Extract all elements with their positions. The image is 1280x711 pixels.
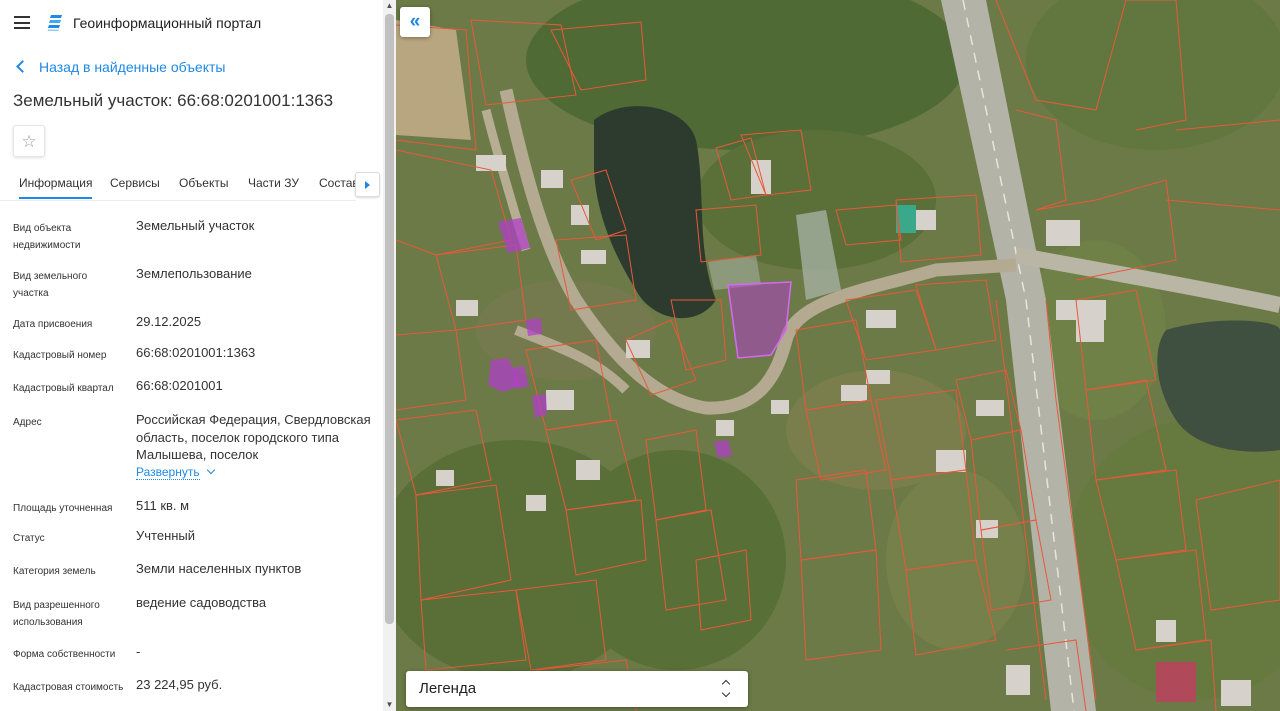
scroll-up-arrow-icon[interactable]: ▲ <box>383 0 396 12</box>
property-label: Категория земель <box>13 566 96 577</box>
property-label: Дата присвоения <box>13 319 93 330</box>
property-label: Вид объекта недвижимости <box>13 223 81 251</box>
property-value: Учтенный <box>136 528 196 543</box>
property-value: 29.12.2025 <box>136 314 202 329</box>
address-block: Российская Федерация, Свердловская облас… <box>136 411 376 481</box>
property-label: Вид земельного участка <box>13 271 88 299</box>
scroll-down-arrow-icon[interactable]: ▼ <box>383 699 396 711</box>
property-value: 23 224,95 руб. <box>136 677 223 692</box>
property-label: Кадастровый квартал <box>13 383 114 394</box>
property-value: ведение садоводства <box>136 595 267 610</box>
menu-icon[interactable] <box>14 16 30 29</box>
property-value: 66:68:0201001:1363 <box>136 345 256 360</box>
property-value: 511 кв. м <box>136 498 190 513</box>
property-value: Земельный участок <box>136 218 255 233</box>
property-value: Земли населенных пунктов <box>136 561 302 576</box>
portal-logo-icon <box>47 15 62 31</box>
back-link-label: Назад в найденные объекты <box>39 59 226 75</box>
favorite-button[interactable]: ☆ <box>13 125 45 157</box>
chevron-left-icon <box>16 60 29 73</box>
info-panel: Геоинформационный портал Назад в найденн… <box>0 0 383 711</box>
property-value: - <box>136 644 141 659</box>
tab-objects[interactable]: Объекты <box>179 176 229 190</box>
satellite-map[interactable] <box>396 0 1280 711</box>
property-label: Форма собственности <box>13 649 116 660</box>
property-value: 66:68:0201001 <box>136 378 223 393</box>
property-label: Кадастровая стоимость <box>13 682 124 693</box>
panel-scrollbar[interactable]: ▲ ▼ <box>383 0 396 711</box>
collapse-panel-button[interactable]: « <box>400 7 430 37</box>
tab-services[interactable]: Сервисы <box>110 176 160 190</box>
legend-selector[interactable]: Легенда <box>406 671 748 707</box>
property-value: Землепользование <box>136 266 252 281</box>
double-chevron-left-icon: « <box>409 11 421 32</box>
expand-address-button[interactable]: Развернуть <box>136 464 376 482</box>
tabs-scroll-right-button[interactable] <box>355 172 380 197</box>
chevron-down-icon <box>206 465 215 474</box>
property-label: Адрес <box>13 417 42 428</box>
tab-parts[interactable]: Части ЗУ <box>248 176 299 190</box>
tab-bar: Информация Сервисы Объекты Части ЗУ Сост… <box>0 172 356 201</box>
property-label: Площадь уточненная <box>13 503 113 514</box>
expand-collapse-icon <box>721 679 731 698</box>
caret-right-icon <box>365 180 370 189</box>
property-label: Статус <box>13 533 45 544</box>
object-title: Земельный участок: 66:68:0201001:1363 <box>13 91 334 110</box>
portal-title: Геоинформационный портал <box>73 15 262 31</box>
property-label: Кадастровый номер <box>13 350 107 361</box>
map-view[interactable]: « Легенда <box>396 0 1280 711</box>
expand-label: Развернуть <box>136 464 200 480</box>
back-to-results-link[interactable]: Назад в найденные объекты <box>14 59 225 75</box>
tab-information[interactable]: Информация <box>19 176 93 199</box>
star-icon: ☆ <box>21 131 37 151</box>
top-bar: Геоинформационный портал <box>0 0 383 46</box>
scrollbar-thumb[interactable] <box>385 14 394 624</box>
property-label: Вид разрешенного использования <box>13 600 100 628</box>
property-value: Российская Федерация, Свердловская облас… <box>136 412 371 462</box>
tab-composition[interactable]: Состав <box>319 176 356 190</box>
legend-label: Легенда <box>419 680 477 697</box>
